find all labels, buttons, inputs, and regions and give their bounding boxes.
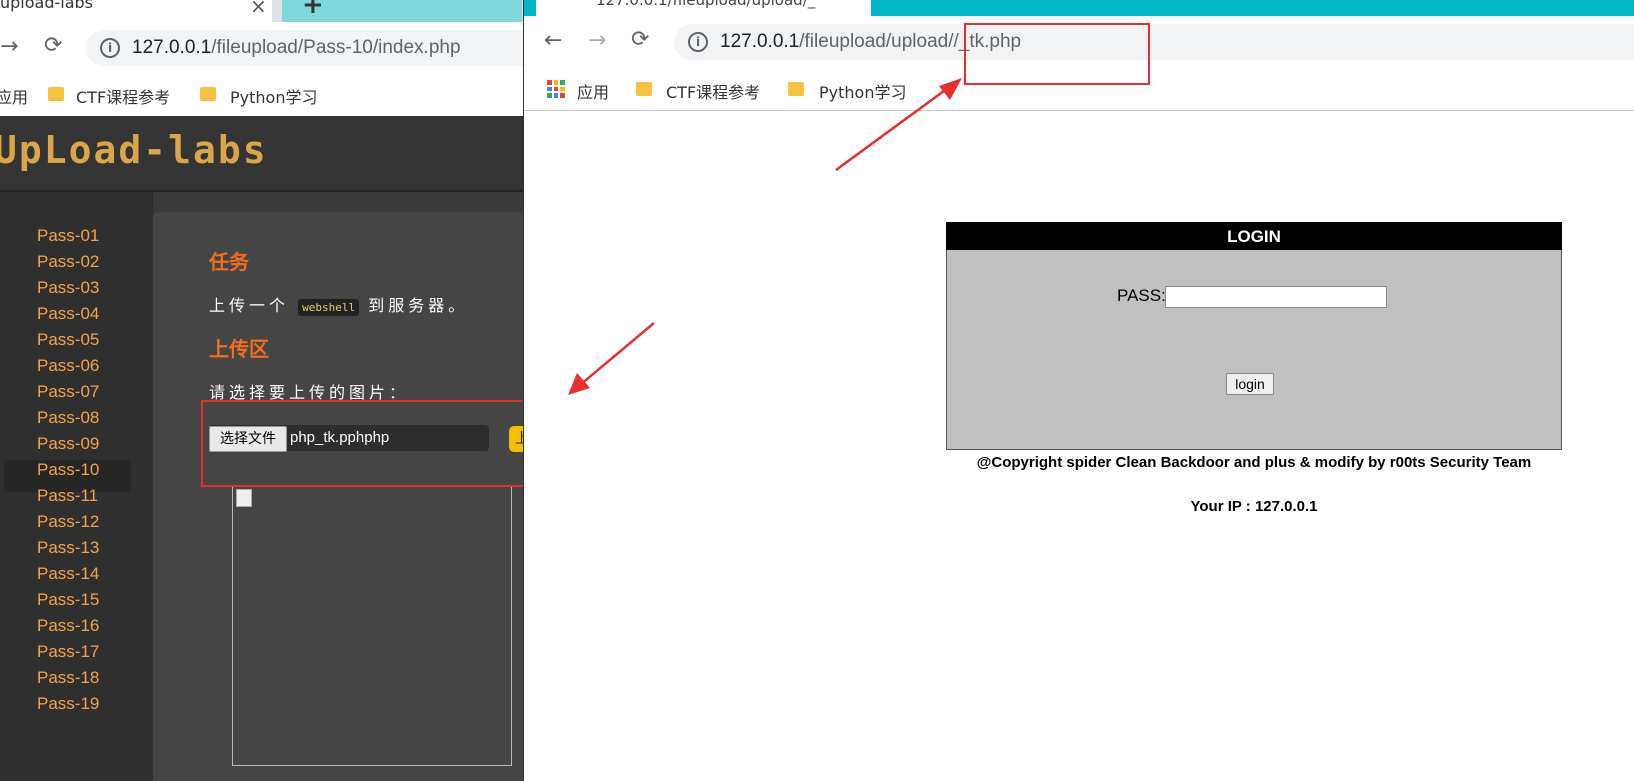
arrow-to-url xyxy=(835,78,962,172)
annotation-arrows xyxy=(568,78,962,395)
arrow-to-file-input xyxy=(568,322,655,395)
